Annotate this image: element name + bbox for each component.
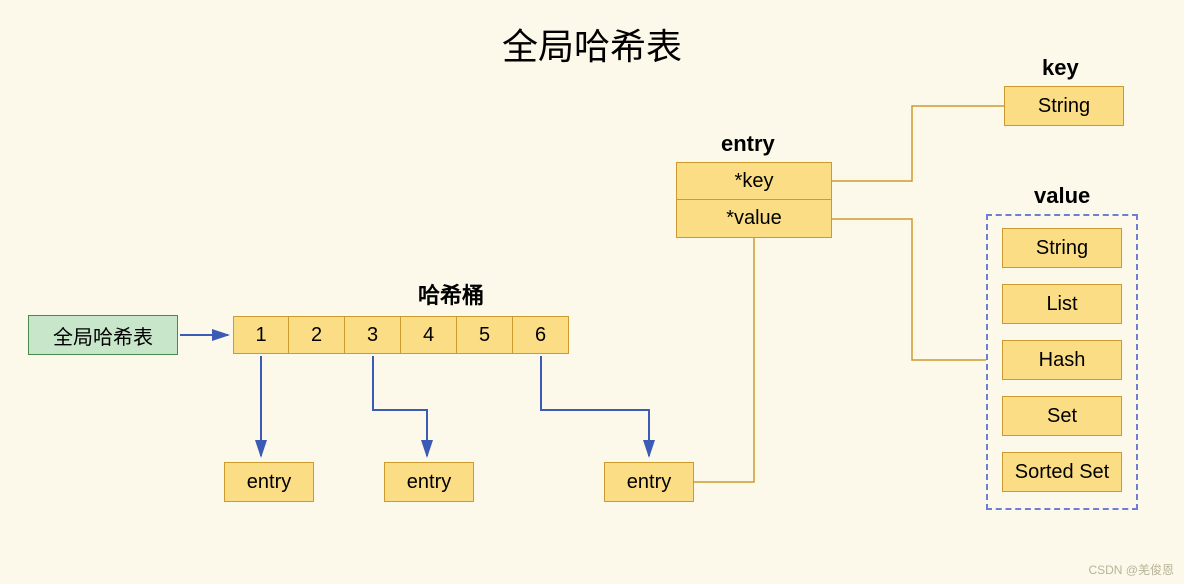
global-hash-table-label: 全局哈希表: [53, 321, 153, 350]
entry-box-1: entry: [224, 462, 314, 502]
bucket-row: 1 2 3 4 5 6: [233, 316, 569, 354]
entry-box-3-label: entry: [627, 471, 671, 494]
bucket-cell-5: 5: [457, 316, 513, 354]
key-type-box: String: [1004, 86, 1124, 126]
bucket-cell-6: 6: [513, 316, 569, 354]
entry-box-1-label: entry: [247, 471, 291, 494]
entry-box-2: entry: [384, 462, 474, 502]
entry-key-cell: *key: [676, 162, 832, 200]
entry-value-cell: *value: [676, 200, 832, 238]
bucket-label: 哈希桶: [418, 278, 484, 310]
key-label: key: [1042, 55, 1079, 81]
entry-struct: *key *value: [676, 162, 832, 238]
diagram-title: 全局哈希表: [0, 18, 1184, 70]
value-type-sortedset: Sorted Set: [1002, 452, 1122, 492]
watermark: CSDN @羌俊恩: [1088, 561, 1174, 578]
value-label: value: [1034, 183, 1090, 209]
value-group: String List Hash Set Sorted Set: [986, 214, 1138, 510]
value-type-list: List: [1002, 284, 1122, 324]
global-hash-table-box: 全局哈希表: [28, 315, 178, 355]
bucket-cell-4: 4: [401, 316, 457, 354]
entry-box-2-label: entry: [407, 471, 451, 494]
bucket-cell-3: 3: [345, 316, 401, 354]
entry-box-3: entry: [604, 462, 694, 502]
value-type-set: Set: [1002, 396, 1122, 436]
key-type-text: String: [1038, 95, 1090, 118]
entry-struct-label: entry: [721, 131, 775, 157]
bucket-cell-1: 1: [233, 316, 289, 354]
bucket-cell-2: 2: [289, 316, 345, 354]
value-type-hash: Hash: [1002, 340, 1122, 380]
value-type-string: String: [1002, 228, 1122, 268]
